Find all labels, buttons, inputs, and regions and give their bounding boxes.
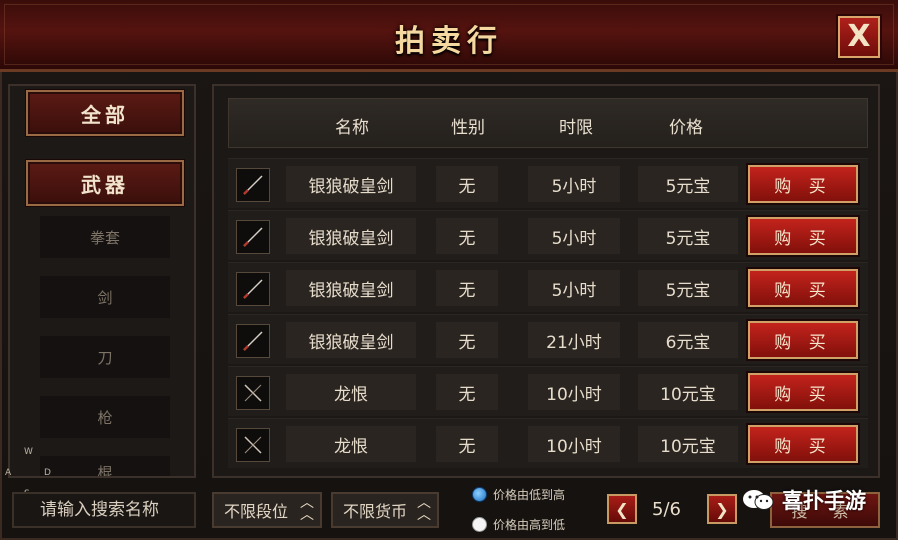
joystick-d: D xyxy=(44,468,51,478)
listing-row: 龙恨无 10小时 10元宝购 买 xyxy=(228,418,868,468)
watermark-text: 喜扑手游 xyxy=(782,489,866,513)
header-gender: 性别 xyxy=(451,118,485,138)
chevron-left-icon: ❮ xyxy=(615,499,629,519)
subcategory-spear-button[interactable]: 枪 xyxy=(40,396,170,438)
item-name: 龙恨 xyxy=(286,374,416,410)
next-page-button[interactable]: ❯ xyxy=(707,494,737,524)
item-gender: 无 xyxy=(436,218,498,254)
sort-asc-label: 价格由低到高 xyxy=(493,488,566,502)
close-icon: X xyxy=(847,19,871,54)
buy-button[interactable]: 购 买 xyxy=(748,425,858,463)
item-name: 银狼破皇剑 xyxy=(286,270,416,306)
buy-button[interactable]: 购 买 xyxy=(748,269,858,307)
item-gender: 无 xyxy=(436,166,498,202)
item-gender: 无 xyxy=(436,374,498,410)
item-price: 5元宝 xyxy=(638,166,738,202)
sword-icon[interactable] xyxy=(236,168,270,202)
item-price: 10元宝 xyxy=(638,374,738,410)
currency-filter-label: 不限货币 xyxy=(343,502,408,521)
buy-button[interactable]: 购 买 xyxy=(748,321,858,359)
sword-icon[interactable] xyxy=(236,324,270,358)
header-name: 名称 xyxy=(335,118,369,138)
currency-filter-dropdown[interactable]: 不限货币 ︿ ︿ xyxy=(331,492,439,528)
subcategory-sword-button[interactable]: 剑 xyxy=(40,276,170,318)
item-gender: 无 xyxy=(436,426,498,462)
title-bar: 拍卖行 X xyxy=(0,0,898,72)
listing-row: 银狼破皇剑无 5小时 5元宝购 买 xyxy=(228,262,868,312)
item-time: 5小时 xyxy=(528,218,620,254)
radio-unselected-icon xyxy=(472,517,487,532)
radio-selected-icon xyxy=(472,487,487,502)
item-time: 10小时 xyxy=(528,374,620,410)
listing-row: 银狼破皇剑无 5小时 5元宝购 买 xyxy=(228,158,868,208)
buy-button[interactable]: 购 买 xyxy=(748,373,858,411)
chevron-right-icon: ❯ xyxy=(715,499,729,519)
item-time: 5小时 xyxy=(528,270,620,306)
listing-panel: 名称 性别 时限 价格 银狼破皇剑无 5小时 5元宝购 买银狼破皇剑无 5小时 5元宝购… xyxy=(212,84,880,478)
table-header: 名称 性别 时限 价格 xyxy=(228,98,868,148)
window-title: 拍卖行 xyxy=(395,24,503,59)
rank-filter-label: 不限段位 xyxy=(224,502,289,521)
item-name: 银狼破皇剑 xyxy=(286,322,416,358)
subcategory-blade-button[interactable]: 刀 xyxy=(40,336,170,378)
category-weapon-button[interactable]: 武器 xyxy=(26,160,184,206)
item-price: 5元宝 xyxy=(638,270,738,306)
item-price: 5元宝 xyxy=(638,218,738,254)
item-gender: 无 xyxy=(436,270,498,306)
close-button[interactable]: X xyxy=(838,16,880,58)
listing-row: 龙恨无 10小时 10元宝购 买 xyxy=(228,366,868,416)
subcategory-fist-button[interactable]: 拳套 xyxy=(40,216,170,258)
chevron-up-down-icon: ︿ ︿ xyxy=(417,495,431,523)
staff-icon[interactable] xyxy=(236,376,270,410)
header-price: 价格 xyxy=(669,118,703,138)
subcategory-staff-button[interactable]: 棍 xyxy=(40,456,170,476)
sort-desc-label: 价格由高到低 xyxy=(493,518,566,532)
staff-icon[interactable] xyxy=(236,428,270,462)
category-all-button[interactable]: 全部 xyxy=(26,90,184,136)
listing-row: 银狼破皇剑无 5小时 5元宝购 买 xyxy=(228,210,868,260)
sword-icon[interactable] xyxy=(236,220,270,254)
sword-icon[interactable] xyxy=(236,272,270,306)
item-name: 龙恨 xyxy=(286,426,416,462)
item-price: 6元宝 xyxy=(638,322,738,358)
item-name: 银狼破皇剑 xyxy=(286,218,416,254)
rank-filter-dropdown[interactable]: 不限段位 ︿ ︿ xyxy=(212,492,322,528)
prev-page-button[interactable]: ❮ xyxy=(607,494,637,524)
item-time: 21小时 xyxy=(528,322,620,358)
search-input[interactable]: 请输入搜索名称 xyxy=(12,492,196,528)
chat-bubble-icon xyxy=(743,490,774,510)
sort-desc-option[interactable]: 价格由高到低 xyxy=(472,516,565,533)
sort-asc-option[interactable]: 价格由低到高 xyxy=(472,486,565,503)
joystick-w: W xyxy=(24,447,33,457)
header-time: 时限 xyxy=(559,118,593,138)
buy-button[interactable]: 购 买 xyxy=(748,217,858,255)
chevron-up-down-icon: ︿ ︿ xyxy=(300,495,314,523)
item-time: 10小时 xyxy=(528,426,620,462)
item-time: 5小时 xyxy=(528,166,620,202)
item-name: 银狼破皇剑 xyxy=(286,166,416,202)
buy-button[interactable]: 购 买 xyxy=(748,165,858,203)
item-price: 10元宝 xyxy=(638,426,738,462)
item-gender: 无 xyxy=(436,322,498,358)
joystick-a: A xyxy=(5,468,12,478)
category-panel: 全部 武器 拳套 剑 刀 枪 棍 xyxy=(8,84,196,478)
listing-row: 银狼破皇剑无 21小时 6元宝购 买 xyxy=(228,314,868,364)
watermark: 喜扑手游 xyxy=(742,484,866,516)
page-indicator: 5/6 xyxy=(652,499,681,520)
